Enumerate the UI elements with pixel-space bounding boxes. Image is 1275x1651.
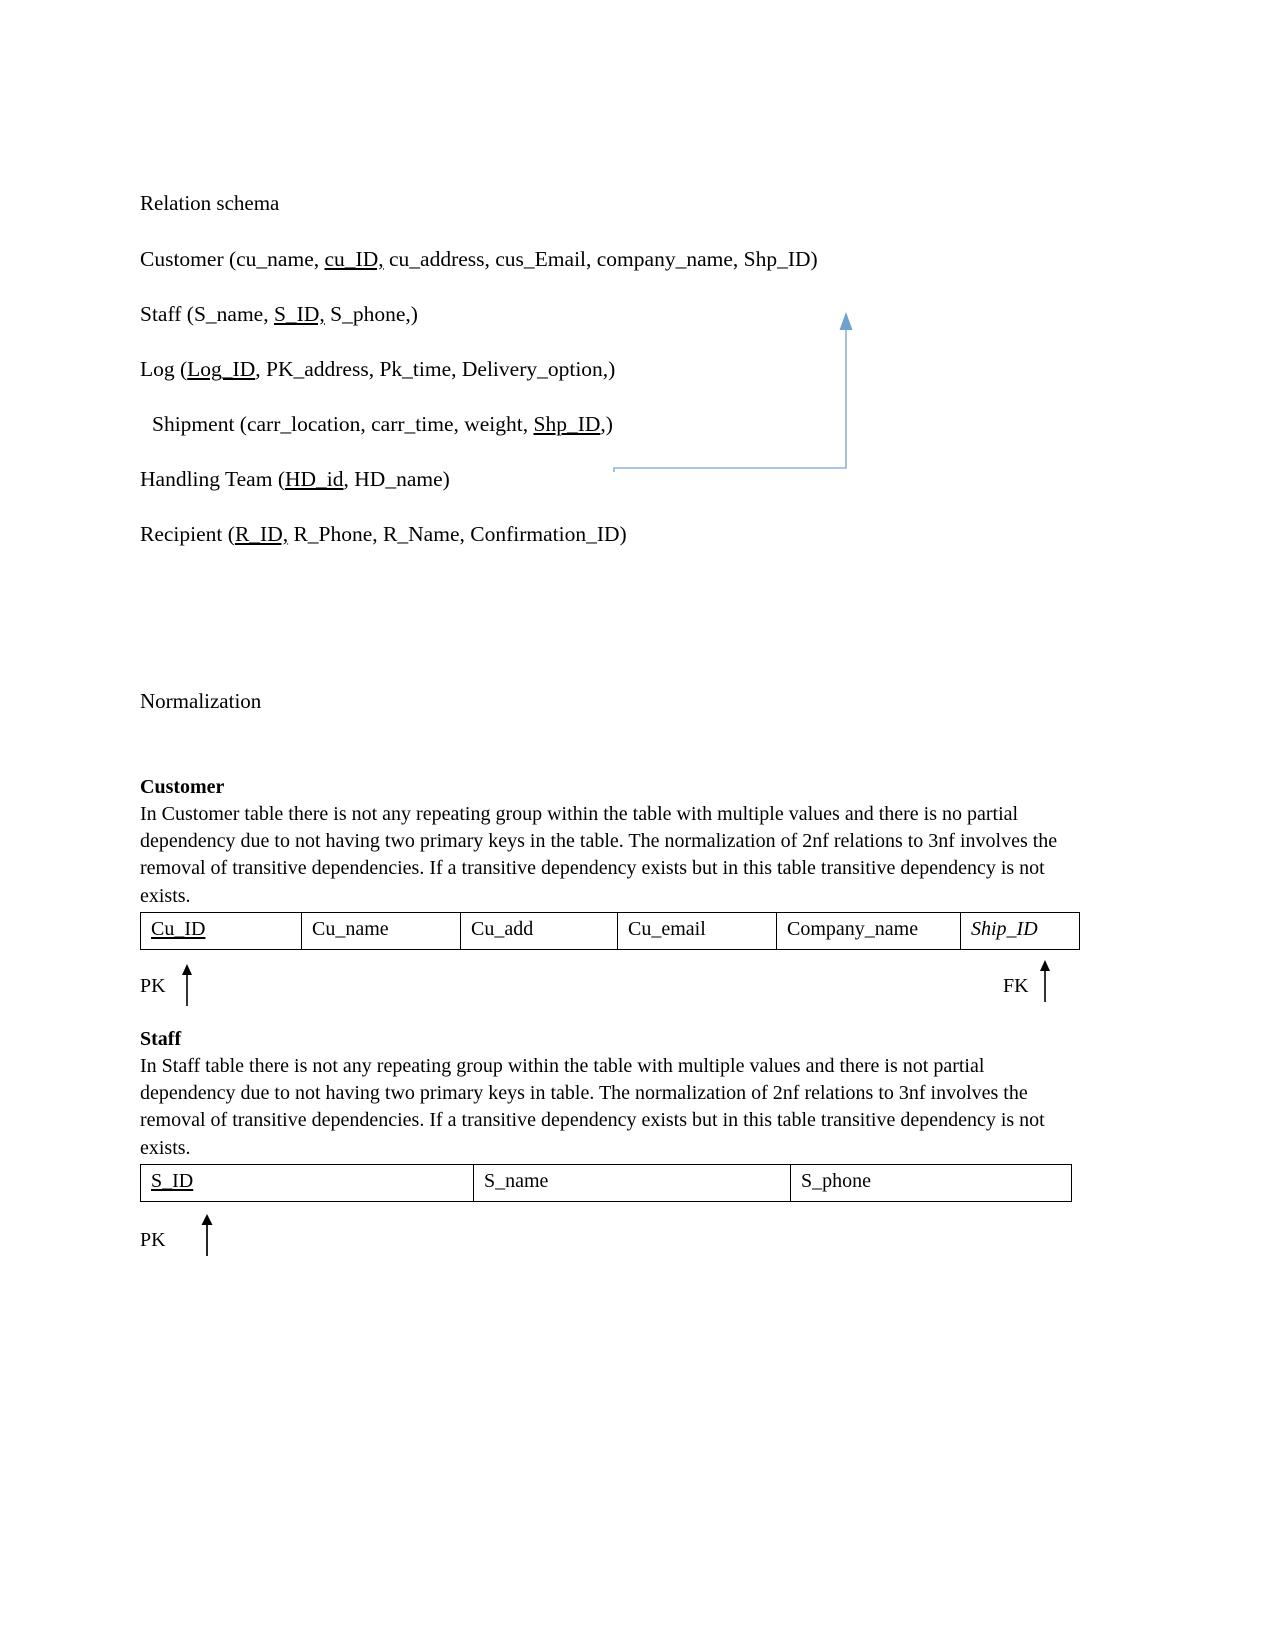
customer-col-cu-id: Cu_ID bbox=[140, 911, 302, 950]
relation-customer-key: cu_ID, bbox=[324, 247, 384, 271]
relation-line-customer: Customer (cu_name, cu_ID, cu_address, cu… bbox=[140, 245, 1080, 273]
relation-customer-suffix: cu_address, cus_Email, company_name, Shp… bbox=[383, 247, 818, 271]
relation-staff-prefix: Staff (S_name, bbox=[140, 302, 274, 326]
customer-col-cu-name: Cu_name bbox=[301, 911, 461, 950]
table-row: Cu_ID Cu_name Cu_add Cu_email Company_na… bbox=[140, 911, 1080, 950]
customer-pk-arrow-up-icon bbox=[182, 963, 192, 1006]
relation-log-prefix: Log ( bbox=[140, 357, 188, 381]
staff-col-s-phone-label: S_phone bbox=[801, 1169, 871, 1192]
relation-recipient-suffix: R_Phone, R_Name, Confirmation_ID) bbox=[288, 522, 627, 546]
customer-col-cu-name-label: Cu_name bbox=[312, 917, 389, 940]
relation-staff-key: S_ID, bbox=[273, 302, 325, 326]
relation-staff-suffix: S_phone,) bbox=[324, 302, 418, 326]
staff-key-annotations: PK bbox=[140, 1202, 1080, 1256]
normalization-heading: Normalization bbox=[140, 689, 262, 713]
staff-subsection-title: Staff bbox=[140, 1028, 182, 1050]
relation-shipment-prefix: Shipment (carr_location, carr_time, weig… bbox=[152, 412, 534, 436]
relation-recipient-prefix: Recipient ( bbox=[140, 522, 235, 546]
customer-fk-label: FK bbox=[1003, 974, 1029, 997]
relation-customer-prefix: Customer (cu_name, bbox=[140, 247, 325, 271]
customer-col-company-name: Company_name bbox=[776, 911, 961, 950]
staff-attribute-table: S_ID S_name S_phone bbox=[140, 1163, 1072, 1202]
customer-col-cu-email: Cu_email bbox=[617, 911, 777, 950]
customer-subsection-title: Customer bbox=[140, 776, 225, 798]
relation-schema-section: Relation schema Customer (cu_name, cu_ID… bbox=[140, 190, 1080, 575]
normalization-subsection-staff: Staff In Staff table there is not any re… bbox=[140, 1026, 1080, 1256]
customer-attribute-table: Cu_ID Cu_name Cu_add Cu_email Company_na… bbox=[140, 911, 1080, 950]
relation-handling-team-key: HD_id bbox=[284, 467, 344, 491]
relation-shipment-suffix: ,) bbox=[600, 412, 613, 436]
relation-line-log: Log (Log_ID, PK_address, Pk_time, Delive… bbox=[140, 355, 1080, 383]
customer-subsection-body: In Customer table there is not any repea… bbox=[140, 803, 1058, 907]
normalization-subsection-customer: Customer In Customer table there is not … bbox=[140, 774, 1080, 1006]
customer-col-cu-email-label: Cu_email bbox=[628, 917, 706, 940]
customer-col-company-name-label: Company_name bbox=[787, 917, 919, 940]
customer-col-cu-id-label: Cu_ID bbox=[151, 917, 206, 940]
customer-pk-label: PK bbox=[140, 974, 166, 997]
relation-log-suffix: , PK_address, Pk_time, Delivery_option,) bbox=[255, 357, 616, 381]
relation-line-recipient: Recipient (R_ID, R_Phone, R_Name, Confir… bbox=[140, 520, 1080, 548]
staff-col-s-name-label: S_name bbox=[484, 1169, 549, 1192]
relation-log-key: Log_ID bbox=[187, 357, 256, 381]
staff-col-s-id: S_ID bbox=[140, 1163, 474, 1202]
staff-col-s-id-label: S_ID bbox=[151, 1169, 194, 1192]
customer-fk-arrow-up-icon bbox=[1040, 959, 1050, 1002]
relation-handling-team-prefix: Handling Team ( bbox=[140, 467, 285, 491]
staff-pk-label: PK bbox=[140, 1228, 166, 1251]
relation-line-handling-team: Handling Team (HD_id, HD_name) bbox=[140, 465, 1080, 493]
customer-col-ship-id: Ship_ID bbox=[960, 911, 1080, 950]
customer-col-cu-add: Cu_add bbox=[460, 911, 618, 950]
relation-recipient-key: R_ID, bbox=[234, 522, 289, 546]
table-row: S_ID S_name S_phone bbox=[140, 1163, 1072, 1202]
relation-schema-heading: Relation schema bbox=[140, 191, 280, 215]
customer-col-ship-id-label: Ship_ID bbox=[971, 917, 1038, 940]
staff-col-s-name: S_name bbox=[473, 1163, 791, 1202]
staff-pk-arrow-up-icon bbox=[201, 1213, 213, 1256]
staff-subsection-body: In Staff table there is not any repeatin… bbox=[140, 1055, 1045, 1159]
relation-line-staff: Staff (S_name, S_ID, S_phone,) bbox=[140, 300, 1080, 328]
customer-col-cu-add-label: Cu_add bbox=[471, 917, 534, 940]
staff-col-s-phone: S_phone bbox=[790, 1163, 1072, 1202]
relation-shipment-key: Shp_ID bbox=[533, 412, 601, 436]
customer-key-annotations: PK FK bbox=[140, 950, 1080, 1006]
document-page: Relation schema Customer (cu_name, cu_ID… bbox=[0, 0, 1275, 1651]
relation-line-shipment: Shipment (carr_location, carr_time, weig… bbox=[140, 410, 1080, 438]
relation-handling-team-suffix: , HD_name) bbox=[343, 467, 450, 491]
